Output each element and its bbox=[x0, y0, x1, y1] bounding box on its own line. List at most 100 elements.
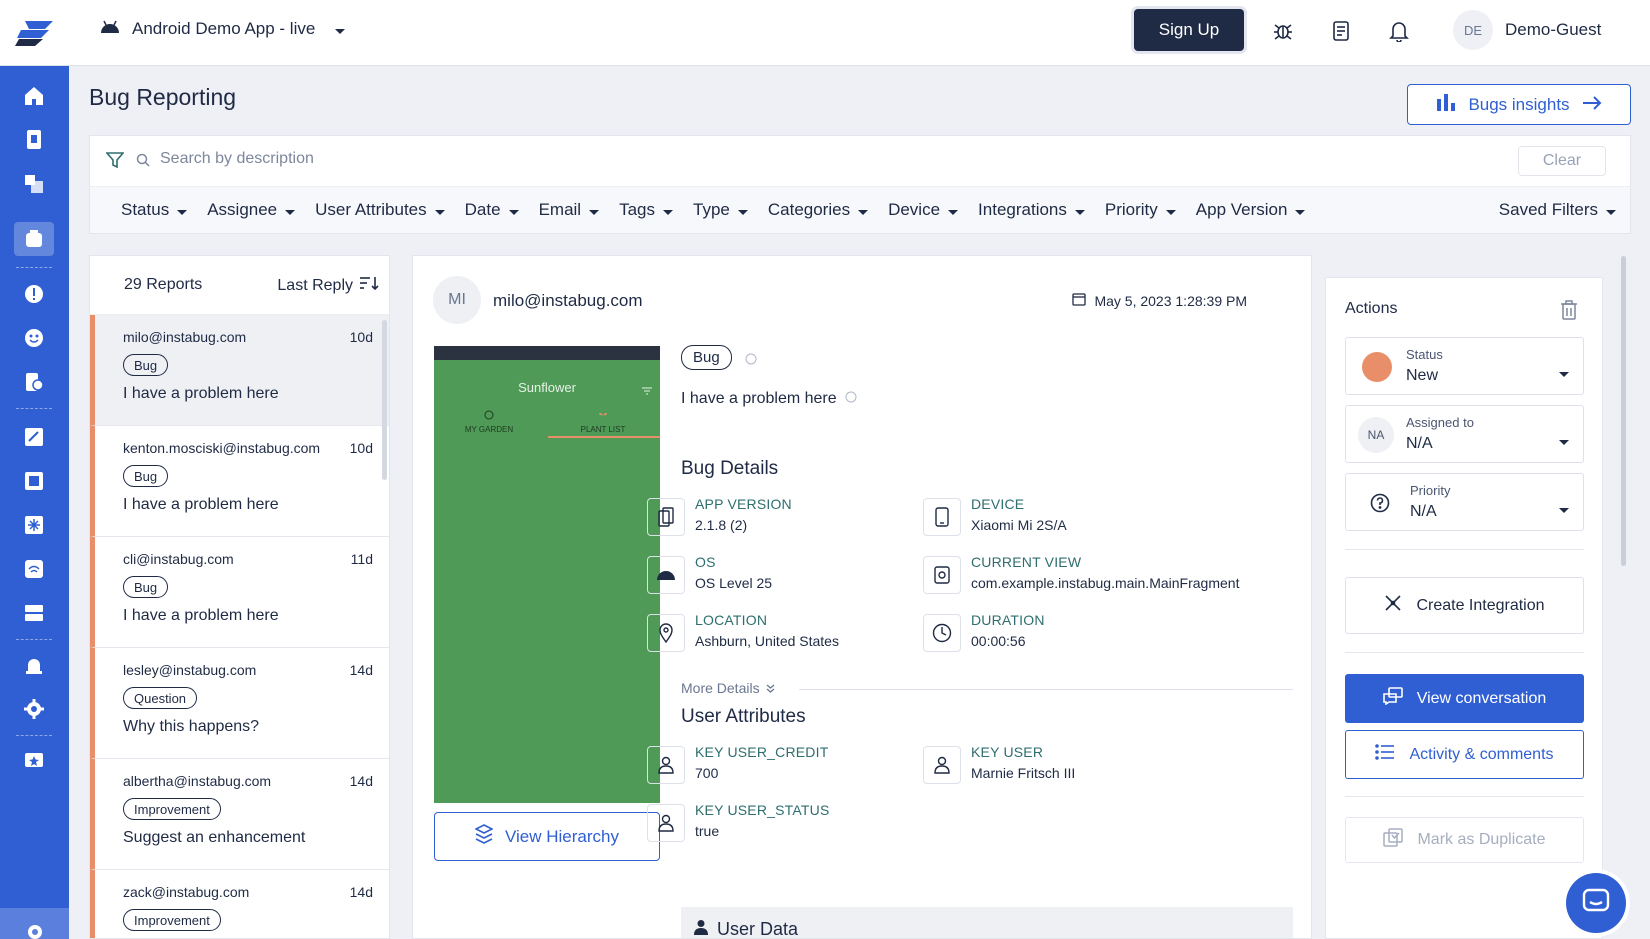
filter-status[interactable]: Status bbox=[121, 200, 188, 220]
filter-integrations[interactable]: Integrations bbox=[978, 200, 1085, 220]
clock-icon bbox=[923, 614, 961, 652]
screenshot-preview[interactable]: Sunflower MY GARDEN PLANT LIST bbox=[434, 346, 660, 803]
reporter-email[interactable]: milo@instabug.com bbox=[493, 291, 643, 311]
view-conversation-button[interactable]: View conversation bbox=[1345, 674, 1584, 723]
clear-button[interactable]: Clear bbox=[1518, 146, 1606, 176]
divider bbox=[799, 689, 1293, 690]
releases-icon[interactable] bbox=[20, 423, 48, 451]
filter-type[interactable]: Type bbox=[693, 200, 748, 220]
bugs-insights-button[interactable]: Bugs insights bbox=[1407, 84, 1631, 125]
field-key: DEVICE bbox=[971, 496, 1025, 512]
duplicate-icon bbox=[1383, 827, 1404, 853]
alerts-icon[interactable] bbox=[20, 651, 48, 679]
bar-chart-icon bbox=[1436, 93, 1456, 116]
settings-icon[interactable] bbox=[20, 695, 48, 723]
list-scrollbar[interactable] bbox=[382, 320, 387, 480]
filter-priority[interactable]: Priority bbox=[1105, 200, 1176, 220]
filter-label: User Attributes bbox=[315, 200, 427, 219]
field-value: 2.1.8 (2) bbox=[695, 517, 748, 533]
integration-icon bbox=[1384, 594, 1402, 617]
report-text: I have a problem here bbox=[123, 607, 279, 624]
home-icon[interactable] bbox=[20, 82, 48, 110]
priority-dropdown[interactable]: Priority N/A bbox=[1345, 473, 1584, 531]
chevron-down-icon bbox=[1559, 364, 1569, 382]
info-icon[interactable] bbox=[745, 352, 757, 370]
filter-categories[interactable]: Categories bbox=[768, 200, 869, 220]
sidebar-settings-button[interactable] bbox=[0, 908, 69, 939]
mark-duplicate-button[interactable]: Mark as Duplicate bbox=[1345, 817, 1584, 863]
user-data-header: User Data bbox=[693, 919, 799, 939]
field-value: Xiaomi Mi 2S/A bbox=[971, 517, 1067, 533]
activity-comments-button[interactable]: Activity & comments bbox=[1345, 730, 1584, 779]
field-key: CURRENT VIEW bbox=[971, 554, 1082, 570]
report-detail: MI milo@instabug.com May 5, 2023 1:28:39… bbox=[412, 255, 1312, 939]
filter-icon[interactable] bbox=[105, 151, 125, 174]
user-data-title: User Data bbox=[717, 919, 799, 939]
status-dropdown[interactable]: Status New bbox=[1345, 337, 1584, 395]
bug-reporting-icon[interactable] bbox=[14, 222, 54, 256]
apm-icon[interactable] bbox=[20, 467, 48, 495]
saved-filters-dropdown[interactable]: Saved Filters bbox=[1499, 200, 1616, 220]
bugs-insights-label: Bugs insights bbox=[1468, 94, 1570, 114]
report-item[interactable]: lesley@instabug.com 14d Question Why this h… bbox=[90, 648, 389, 759]
bell-icon[interactable] bbox=[1385, 17, 1413, 45]
report-icon[interactable] bbox=[20, 126, 48, 154]
instabug-logo-icon[interactable] bbox=[0, 0, 69, 66]
info-icon[interactable] bbox=[845, 390, 857, 408]
filter-user-attributes[interactable]: User Attributes bbox=[315, 200, 445, 220]
filter-tags[interactable]: Tags bbox=[619, 200, 673, 220]
wifi-icon[interactable] bbox=[20, 555, 48, 583]
filter-assignee[interactable]: Assignee bbox=[207, 200, 296, 220]
user-data-section[interactable]: User Data bbox=[681, 907, 1293, 939]
filter-device[interactable]: Device bbox=[888, 200, 959, 220]
list-icon bbox=[1375, 744, 1395, 765]
search-input[interactable] bbox=[160, 150, 1060, 168]
crash-icon[interactable] bbox=[20, 280, 48, 308]
report-email: zack@instabug.com bbox=[123, 884, 250, 900]
view-hierarchy-button[interactable]: View Hierarchy bbox=[434, 812, 660, 861]
user-icon bbox=[647, 746, 685, 784]
copy-icon[interactable] bbox=[20, 170, 48, 198]
report-tag[interactable]: Bug bbox=[681, 345, 732, 370]
report-item[interactable]: zack@instabug.com 14d Improvement bbox=[90, 870, 389, 938]
feature-requests-icon[interactable] bbox=[20, 368, 48, 396]
chat-launcher-button[interactable] bbox=[1566, 873, 1626, 933]
calendar-icon bbox=[1072, 292, 1087, 309]
filter-email[interactable]: Email bbox=[539, 200, 600, 220]
create-integration-button[interactable]: Create Integration bbox=[1345, 577, 1584, 634]
sort-dropdown[interactable]: Last Reply bbox=[277, 276, 379, 295]
location-pin-icon bbox=[647, 614, 685, 652]
more-details-label: More Details bbox=[681, 680, 760, 696]
chevron-down-icon bbox=[1295, 200, 1306, 220]
mark-duplicate-label: Mark as Duplicate bbox=[1417, 831, 1546, 848]
field-key: APP VERSION bbox=[695, 496, 792, 512]
view-conversation-label: View conversation bbox=[1416, 689, 1547, 707]
report-item[interactable]: albertha@instabug.com 14d Improvement Sugge… bbox=[90, 759, 389, 870]
user-icon bbox=[693, 919, 709, 938]
report-item[interactable]: cli@instabug.com 11d Bug I have a problem h… bbox=[90, 537, 389, 648]
report-text: I have a problem here bbox=[123, 496, 279, 513]
filter-date[interactable]: Date bbox=[465, 200, 519, 220]
report-item[interactable]: milo@instabug.com 10d Bug I have a problem … bbox=[90, 315, 389, 426]
app-switcher[interactable]: Android Demo App - live bbox=[100, 19, 346, 39]
page-scrollbar[interactable] bbox=[1621, 256, 1626, 566]
filter-lines-icon bbox=[642, 382, 652, 400]
user-name[interactable]: Demo-Guest bbox=[1505, 20, 1601, 40]
announcements-icon[interactable] bbox=[20, 747, 48, 775]
sign-up-button[interactable]: Sign Up bbox=[1134, 9, 1244, 51]
surveys-icon[interactable] bbox=[20, 324, 48, 352]
divider bbox=[1345, 549, 1584, 550]
network-icon[interactable] bbox=[20, 511, 48, 539]
page-title: Bug Reporting bbox=[89, 84, 237, 110]
phone-copy-icon bbox=[647, 498, 685, 536]
bug-icon[interactable] bbox=[1269, 17, 1297, 45]
assignee-dropdown[interactable]: NA Assigned to N/A bbox=[1345, 405, 1584, 463]
dashboard-icon[interactable] bbox=[20, 599, 48, 627]
document-icon[interactable] bbox=[1327, 17, 1355, 45]
report-item[interactable]: kenton.mosciski@instabug.com 10d Bug I have… bbox=[90, 426, 389, 537]
filter-app-version[interactable]: App Version bbox=[1196, 200, 1306, 220]
field-value: 700 bbox=[695, 765, 719, 781]
user-avatar[interactable]: DE bbox=[1453, 10, 1493, 50]
more-details-link[interactable]: More Details bbox=[681, 680, 775, 696]
trash-icon[interactable] bbox=[1560, 300, 1578, 325]
